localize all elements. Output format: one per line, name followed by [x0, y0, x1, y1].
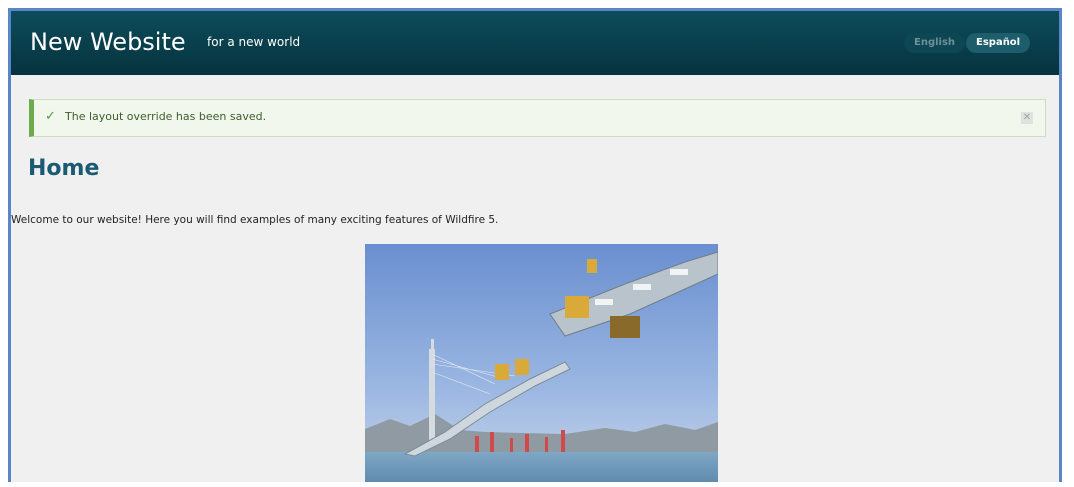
site-header: New Website for a new world English Espa…	[11, 11, 1059, 75]
close-icon[interactable]: ✕	[1021, 112, 1033, 124]
alert-message: The layout override has been saved.	[65, 110, 267, 123]
language-spanish-button[interactable]: Español	[966, 33, 1031, 53]
bridge-construction-image	[365, 244, 718, 482]
site-tagline: for a new world	[207, 35, 301, 49]
browser-frame: New Website for a new world English Espa…	[8, 8, 1062, 482]
language-english-button[interactable]: English	[904, 33, 966, 53]
site-title[interactable]: New Website	[30, 27, 186, 57]
check-icon: ✓	[45, 109, 56, 124]
page-title: Home	[28, 156, 100, 181]
intro-text: Welcome to our website! Here you will fi…	[11, 214, 499, 226]
success-alert: ✓ The layout override has been saved. ✕	[29, 99, 1046, 137]
